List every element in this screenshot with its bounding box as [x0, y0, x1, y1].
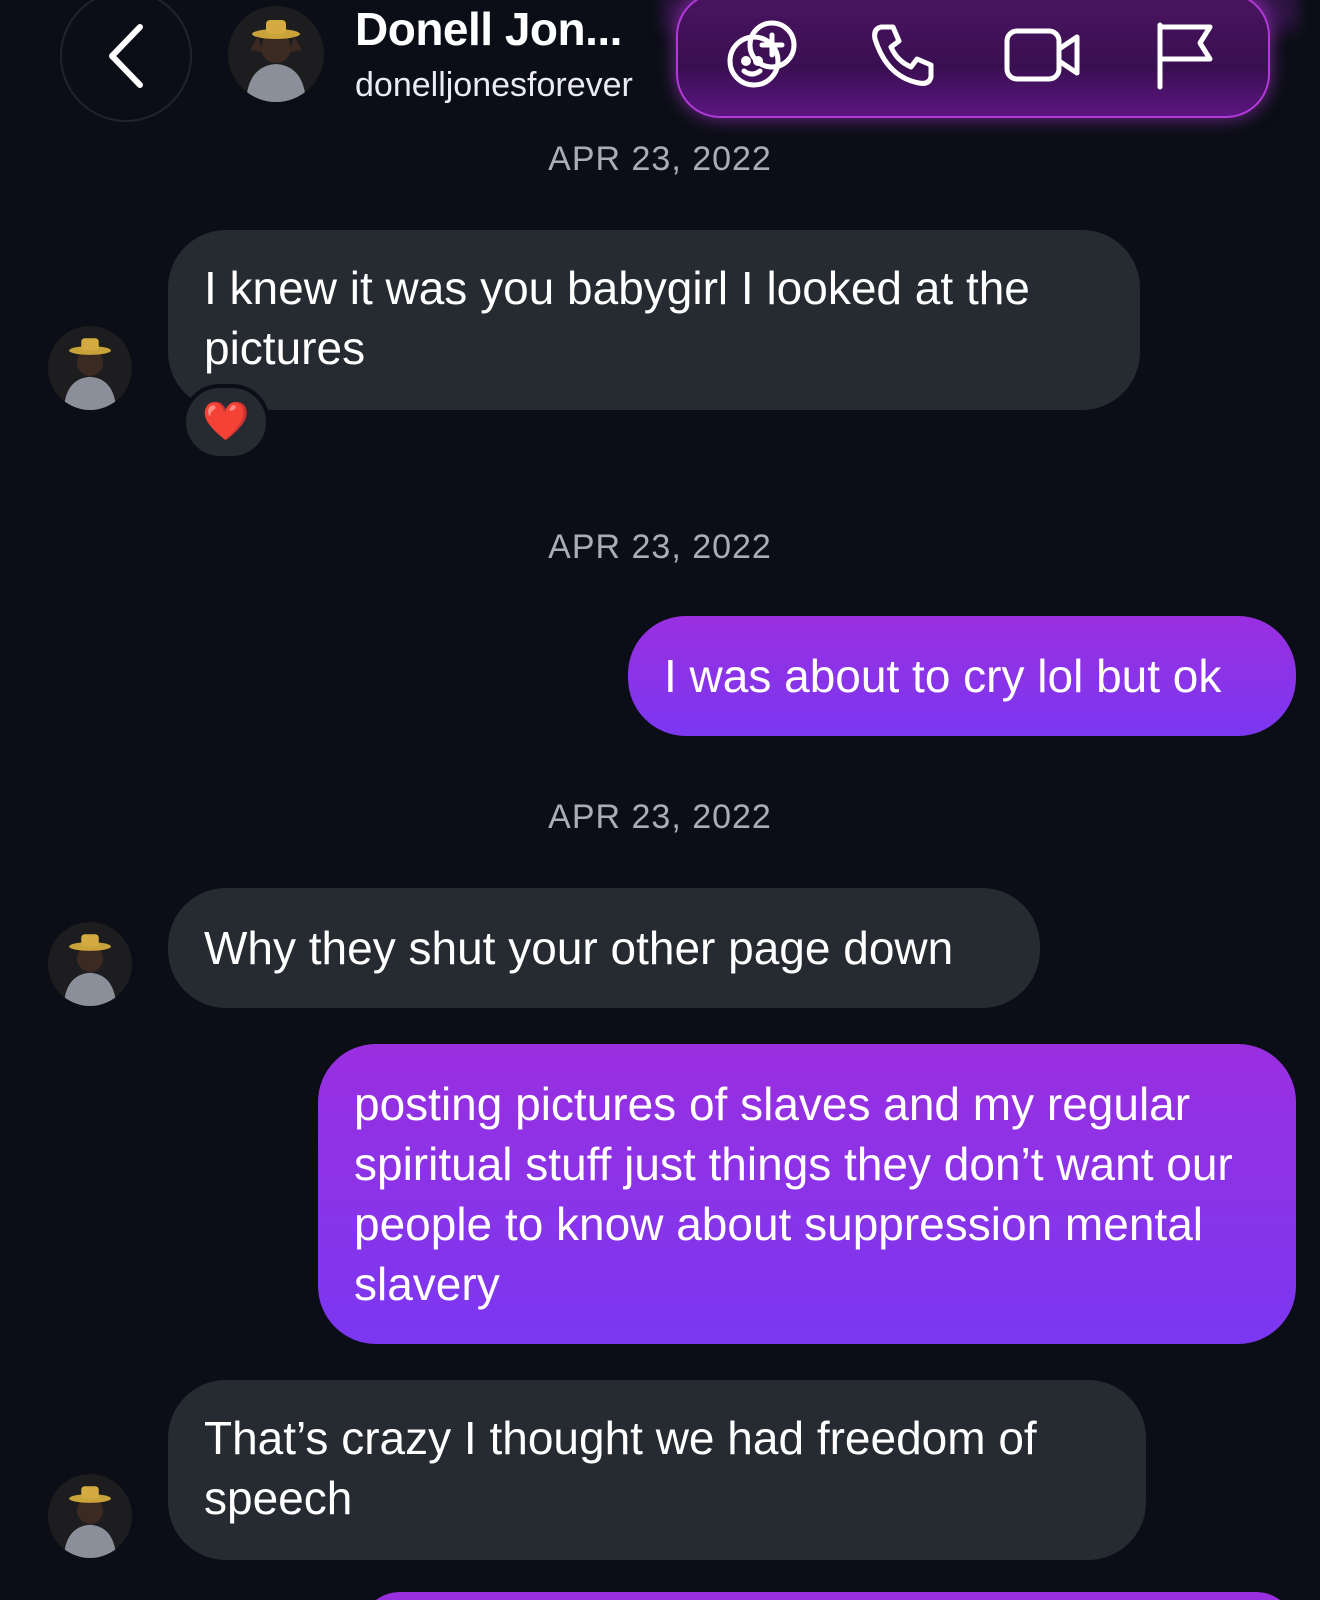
outgoing-message[interactable]: I was about to cry lol but ok — [628, 616, 1296, 736]
audio-call-button[interactable] — [855, 7, 951, 103]
date-separator: APR 23, 2022 — [548, 528, 772, 566]
date-separator: APR 23, 2022 — [548, 140, 772, 178]
back-button[interactable] — [60, 0, 192, 122]
flag-icon — [1157, 22, 1213, 90]
outgoing-message[interactable]: posting pictures of slaves and my regula… — [318, 1044, 1296, 1344]
reaction-badge[interactable]: ❤️ — [182, 384, 270, 460]
incoming-message[interactable]: That’s crazy I thought we had freedom of… — [168, 1380, 1146, 1560]
date-separator: APR 23, 2022 — [548, 798, 772, 836]
effects-button[interactable] — [714, 7, 810, 103]
message-text: Why they shut your other page down — [204, 922, 954, 974]
video-call-button[interactable] — [995, 7, 1091, 103]
incoming-message[interactable]: Why they shut your other page down — [168, 888, 1040, 1008]
message-text: posting pictures of slaves and my regula… — [354, 1078, 1233, 1310]
contact-name[interactable]: Donell Jon... — [355, 2, 622, 56]
contact-avatar[interactable] — [228, 6, 324, 102]
chevron-left-icon — [109, 24, 143, 88]
heart-reaction-icon: ❤️ — [202, 401, 250, 443]
outgoing-message-partial[interactable] — [360, 1592, 1296, 1600]
sender-avatar[interactable] — [48, 1474, 132, 1558]
sender-avatar[interactable] — [48, 326, 132, 410]
message-text: I was about to cry lol but ok — [664, 650, 1222, 702]
phone-icon — [871, 24, 934, 86]
sender-avatar[interactable] — [48, 922, 132, 1006]
chat-screen: Donell Jon... donelljonesforever APR 23,… — [0, 0, 1320, 1600]
incoming-message[interactable]: I knew it was you babygirl I looked at t… — [168, 230, 1140, 410]
report-button[interactable] — [1136, 7, 1232, 103]
header-action-bar — [676, 0, 1270, 118]
add-effect-icon — [727, 20, 797, 88]
message-text: That’s crazy I thought we had freedom of… — [204, 1412, 1037, 1524]
video-icon — [1004, 28, 1080, 82]
message-text: I knew it was you babygirl I looked at t… — [204, 262, 1030, 374]
contact-username: donelljonesforever — [355, 66, 633, 104]
